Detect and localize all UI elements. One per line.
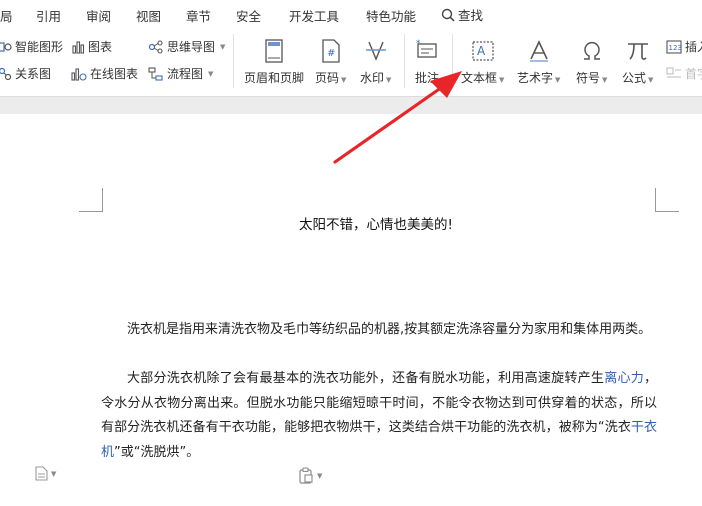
- menu-bar: 局 引用 审阅 视图 章节 安全 开发工具 特色功能 查找: [0, 0, 702, 28]
- insert-number-icon: 123: [666, 39, 682, 54]
- document-icon: [35, 466, 48, 481]
- art-text-label: 艺术字 ▼: [517, 71, 561, 85]
- ribbon-toolbar: 智能图形 图表 思维导图 ▼ 关系图 在线图表 流程图 ▼ 页眉和页脚 # 页码…: [0, 28, 702, 96]
- mind-map-button[interactable]: 思维导图 ▼: [148, 38, 225, 55]
- document-page[interactable]: 太阳不错，心情也美美的! 洗衣机是指用来清洗衣物及毛巾等纺织品的机器,按其额定洗…: [0, 114, 702, 506]
- paste-options-button[interactable]: ▼: [298, 467, 322, 484]
- smart-shape-label: 智能图形: [15, 40, 64, 54]
- art-text-button[interactable]: 艺术字 ▼: [517, 38, 560, 86]
- relation-map-icon: [0, 67, 12, 80]
- chevron-down-icon: ▼: [220, 42, 226, 51]
- watermark-button[interactable]: 水印 ▼: [360, 38, 391, 86]
- omega-icon: [583, 41, 600, 60]
- pi-icon: [627, 43, 648, 60]
- svg-text:*: *: [416, 39, 421, 49]
- mind-map-label: 思维导图: [167, 40, 216, 54]
- flowchart-button[interactable]: 流程图 ▼: [148, 65, 213, 82]
- textbox-icon: A: [472, 41, 494, 61]
- textbox-label: 文本框 ▼: [461, 71, 505, 85]
- page-number-label: 页码 ▼: [315, 71, 347, 85]
- page-header-text[interactable]: 太阳不错，心情也美美的!: [0, 213, 702, 233]
- header-footer-label: 页眉和页脚: [244, 71, 305, 85]
- margin-corner-top-left: [79, 188, 103, 212]
- chart-label: 图表: [88, 40, 113, 54]
- comment-button[interactable]: * 批注: [414, 38, 440, 86]
- chevron-down-icon: ▼: [51, 469, 57, 478]
- insert-more-button[interactable]: 123 插入: [666, 38, 702, 55]
- svg-text:A: A: [477, 44, 486, 58]
- art-text-icon: [529, 40, 548, 62]
- search-icon: [441, 8, 455, 22]
- comment-icon: *: [416, 39, 437, 58]
- chevron-down-icon: ▼: [208, 69, 214, 78]
- menu-security-tab[interactable]: 安全: [236, 6, 261, 25]
- header-footer-icon: [265, 39, 283, 63]
- toolbar-shadow: [0, 96, 702, 114]
- clipboard-icon: [299, 467, 313, 484]
- page-number-button[interactable]: # 页码 ▼: [315, 38, 346, 86]
- ribbon-divider: [233, 34, 234, 88]
- smart-shape-button[interactable]: 智能图形: [0, 38, 63, 55]
- smart-shape-icon: [0, 41, 12, 52]
- comment-label: 批注: [414, 71, 439, 85]
- menu-search[interactable]: 查找: [441, 5, 483, 24]
- paragraph-2-text-c: ”或“洗脱烘”。: [114, 444, 200, 460]
- chart-icon: [72, 40, 85, 54]
- margin-corner-top-right: [655, 188, 679, 212]
- mind-map-icon: [148, 39, 163, 54]
- search-label: 查找: [458, 8, 484, 23]
- relation-map-button[interactable]: 关系图: [0, 65, 51, 82]
- watermark-label: 水印 ▼: [360, 71, 392, 85]
- online-chart-button[interactable]: 在线图表: [71, 65, 138, 82]
- symbol-button[interactable]: 符号 ▼: [576, 38, 607, 86]
- menu-features-tab[interactable]: 特色功能: [366, 6, 416, 25]
- chevron-down-icon: ▼: [317, 471, 323, 480]
- menu-view-tab[interactable]: 视图: [136, 6, 161, 25]
- drop-cap-button[interactable]: 首字: [666, 65, 702, 82]
- paragraph-layout-button[interactable]: ▼: [35, 466, 56, 481]
- watermark-icon: [365, 41, 386, 61]
- menu-references-tab[interactable]: 引用: [36, 6, 61, 25]
- svg-text:123: 123: [669, 44, 682, 52]
- header-footer-button[interactable]: 页眉和页脚: [244, 38, 304, 86]
- svg-text:#: #: [327, 48, 335, 59]
- online-chart-icon: [71, 67, 87, 81]
- menu-review-tab[interactable]: 审阅: [86, 6, 111, 25]
- paragraph-2[interactable]: 大部分洗衣机除了会有最基本的洗衣功能外，还备有脱水功能，利用高速旋转产生离心力，…: [101, 367, 657, 465]
- centrifugal-force-link[interactable]: 离心力: [604, 371, 644, 386]
- formula-label: 公式 ▼: [622, 71, 654, 85]
- chart-button[interactable]: 图表: [71, 38, 112, 55]
- drop-cap-label: 首字: [685, 67, 702, 81]
- flowchart-icon: [148, 66, 163, 81]
- online-chart-label: 在线图表: [90, 67, 139, 81]
- textbox-button[interactable]: A 文本框 ▼: [461, 38, 504, 86]
- paragraph-1-text: 洗衣机是指用来清洗衣物及毛巾等纺织品的机器,按其额定洗涤容量分为家用和集体用两类…: [127, 322, 652, 337]
- ribbon-divider: [452, 34, 453, 88]
- menu-developer-tab[interactable]: 开发工具: [289, 6, 339, 25]
- ribbon-divider: [404, 34, 405, 88]
- symbol-label: 符号 ▼: [576, 71, 608, 85]
- paragraph-2-text-a: 大部分洗衣机除了会有最基本的洗衣功能外，还备有脱水功能，利用高速旋转产生: [127, 371, 605, 386]
- relation-map-label: 关系图: [15, 67, 52, 81]
- formula-button[interactable]: 公式 ▼: [622, 38, 653, 86]
- paragraph-1[interactable]: 洗衣机是指用来清洗衣物及毛巾等纺织品的机器,按其额定洗涤容量分为家用和集体用两类…: [101, 318, 657, 343]
- menu-chapter-tab[interactable]: 章节: [186, 6, 211, 25]
- drop-cap-icon: [666, 67, 681, 77]
- menu-layout-tab[interactable]: 局: [0, 6, 13, 25]
- flowchart-label: 流程图: [167, 67, 204, 81]
- insert-more-label: 插入: [685, 40, 702, 54]
- page-number-icon: #: [322, 39, 340, 63]
